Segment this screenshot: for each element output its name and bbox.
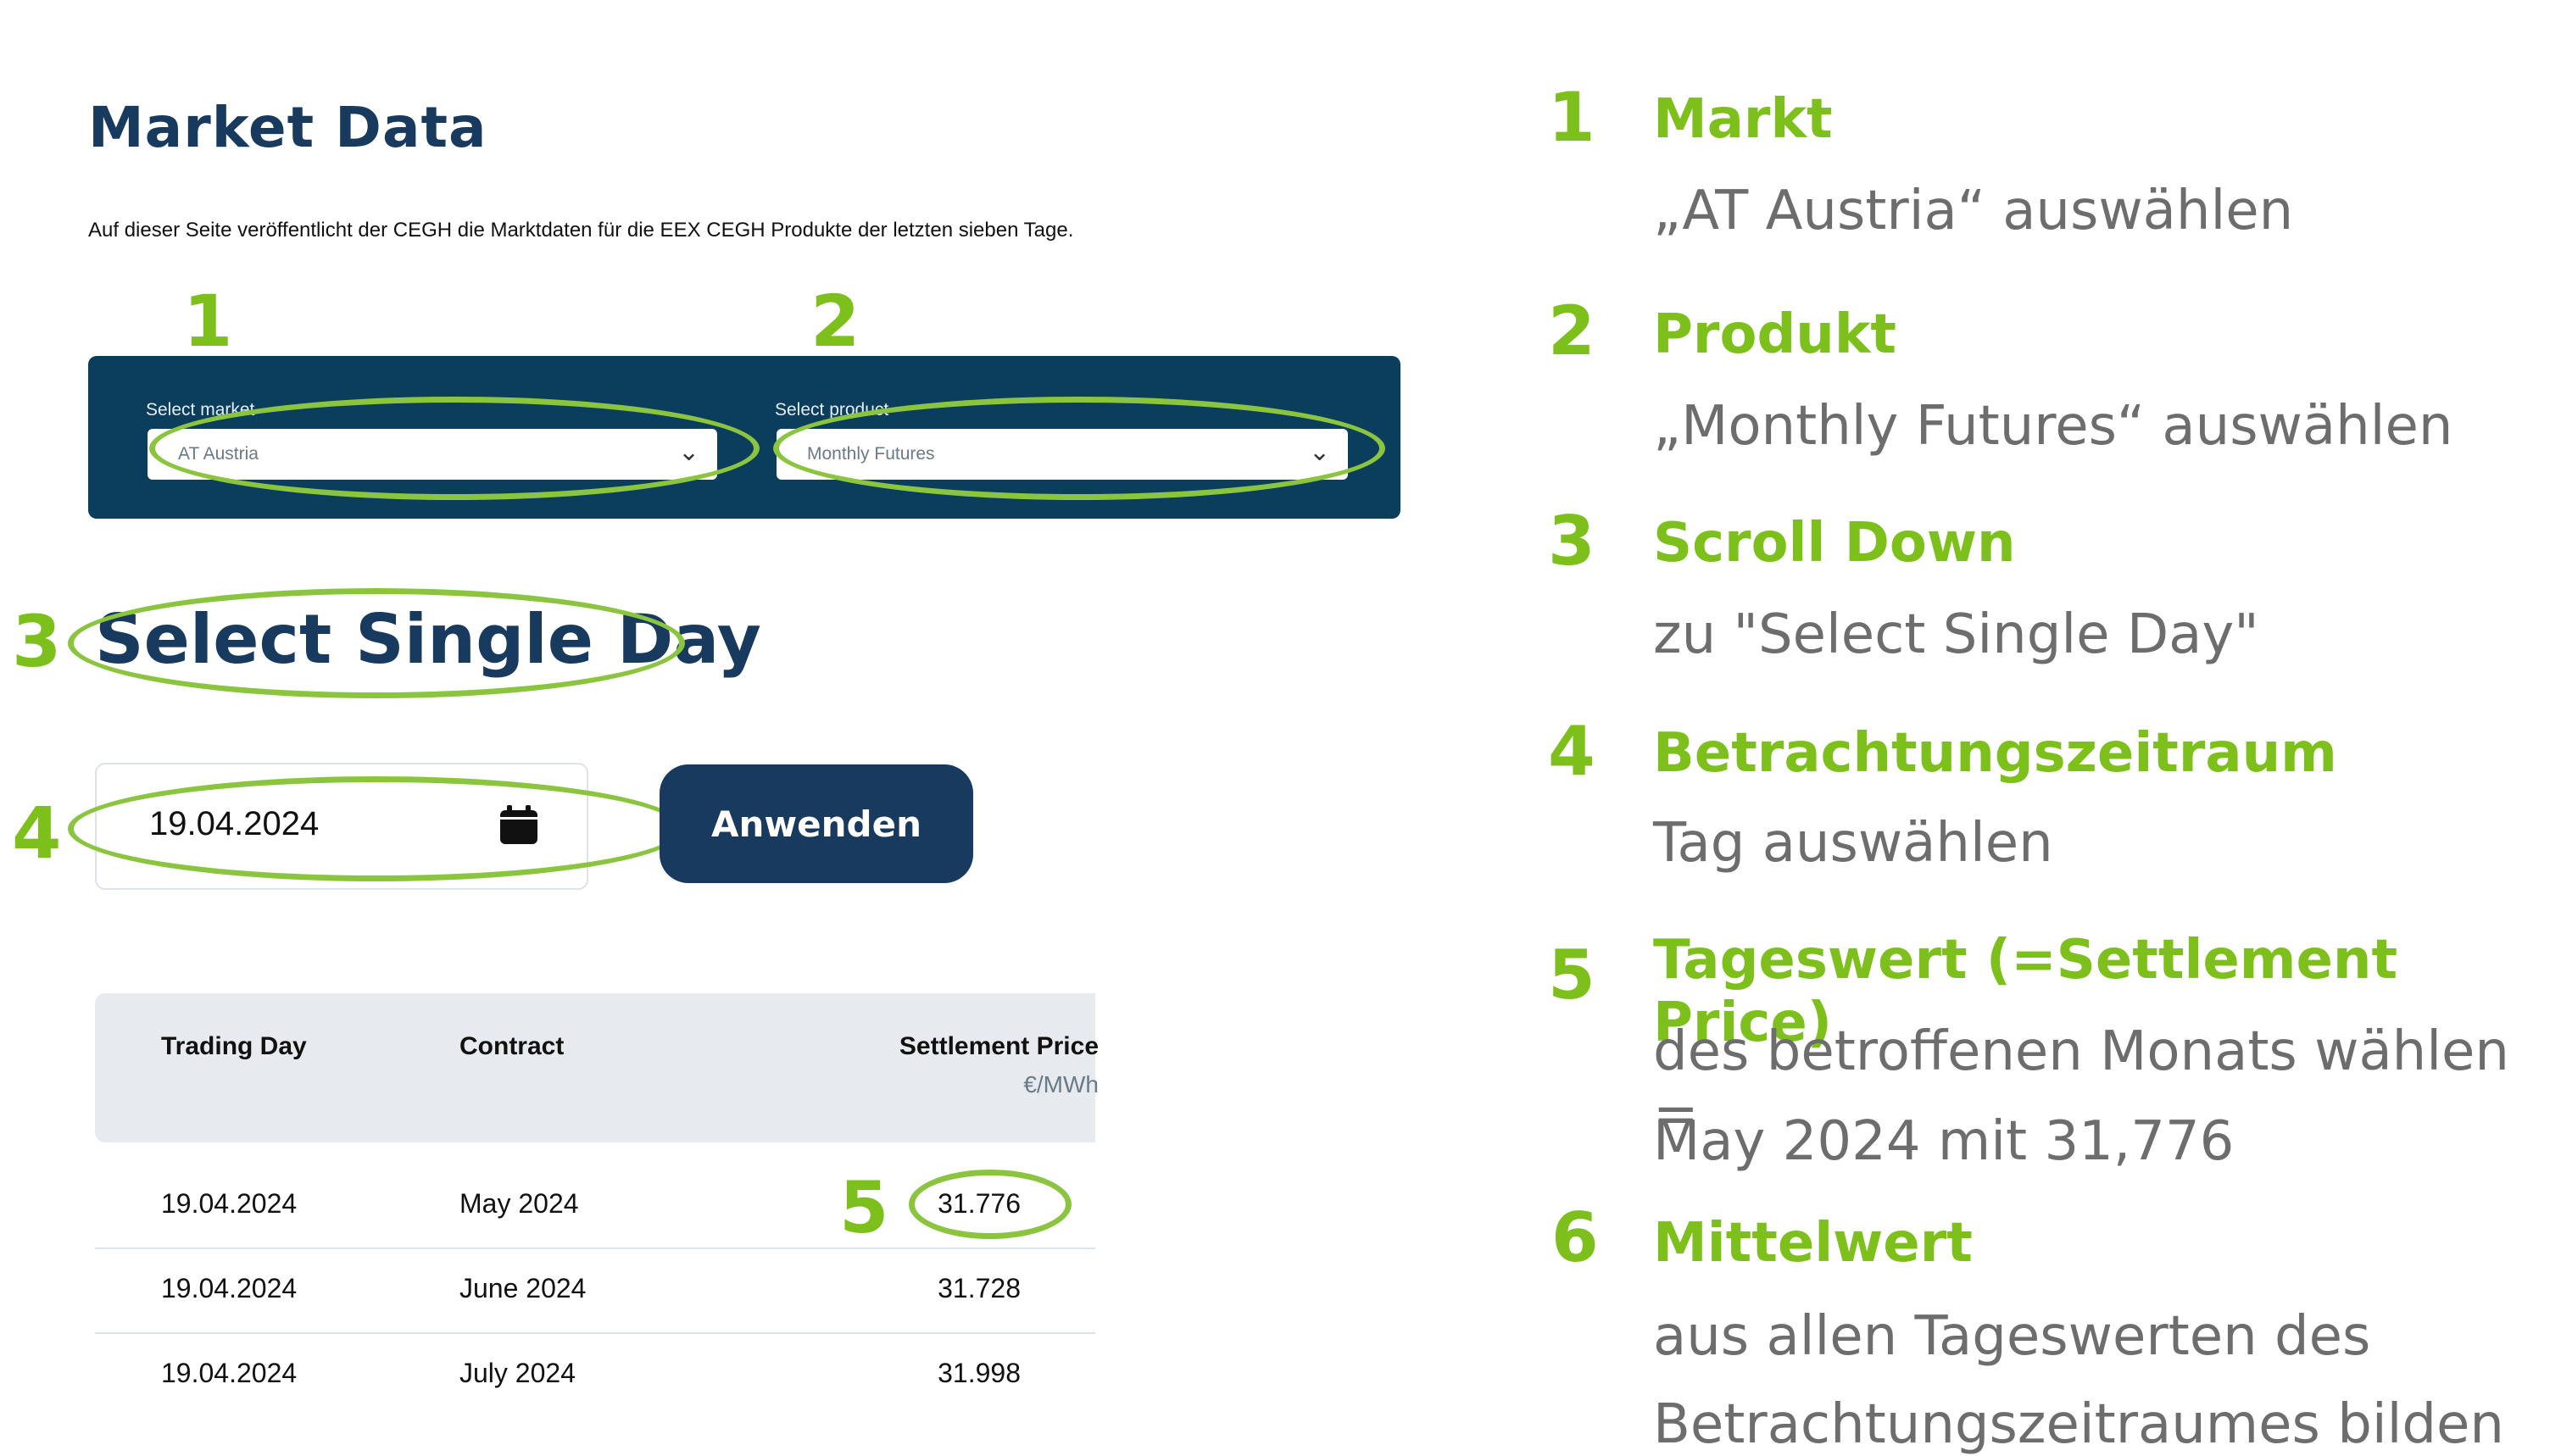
row-divider	[95, 1248, 1095, 1249]
header-contract: Contract	[459, 1032, 565, 1060]
row-divider	[95, 1332, 1095, 1334]
highlight-ellipse-product	[773, 397, 1385, 500]
row-1-day: 19.04.2024	[161, 1188, 298, 1219]
row-2-price: 31.728	[938, 1273, 1021, 1303]
page-title: Market Data	[88, 95, 487, 160]
instruction-3-text: zu "Select Single Day"	[1653, 603, 2259, 666]
highlight-ellipse-title	[68, 588, 685, 698]
instruction-1-title: Markt	[1653, 88, 1833, 151]
table-header: Trading Day Contract Settlement Price €/…	[95, 993, 1099, 1142]
row-2-day: 19.04.2024	[161, 1273, 298, 1303]
marker-2: 2	[810, 280, 860, 363]
marker-5: 5	[839, 1166, 889, 1249]
marker-1: 1	[183, 280, 233, 363]
row-2-contract: June 2024	[459, 1273, 587, 1303]
header-settlement-price: Settlement Price	[899, 1032, 1099, 1060]
instruction-4-number: 4	[1548, 712, 1595, 791]
row-3-contract: July 2024	[459, 1358, 576, 1388]
row-1-contract: May 2024	[459, 1188, 579, 1219]
apply-button[interactable]: Anwenden	[660, 764, 973, 883]
instruction-1-number: 1	[1548, 78, 1595, 157]
instruction-3-title: Scroll Down	[1653, 512, 2016, 575]
intro-text: Auf dieser Seite veröffentlicht der CEGH…	[88, 219, 1074, 242]
instruction-2-text: „Monthly Futures“ auswählen	[1653, 395, 2453, 458]
highlight-ellipse-price	[909, 1170, 1072, 1239]
marker-4: 4	[12, 792, 62, 875]
instruction-6-text-line-1: aus allen Tageswerten des	[1653, 1305, 2371, 1368]
instruction-4-text: Tag auswählen	[1653, 812, 2053, 875]
row-3-day: 19.04.2024	[161, 1358, 298, 1388]
highlight-ellipse-market	[149, 397, 760, 500]
header-trading-day: Trading Day	[161, 1032, 307, 1060]
instruction-2-number: 2	[1548, 292, 1595, 370]
instruction-3-number: 3	[1548, 502, 1595, 581]
instruction-5-text-line-2: May 2024 mit 31,776	[1653, 1110, 2235, 1173]
highlight-ellipse-date	[68, 776, 685, 881]
row-3-price: 31.998	[938, 1358, 1021, 1388]
instruction-1-text: „AT Austria“ auswählen	[1653, 180, 2294, 242]
instruction-2-title: Produkt	[1653, 303, 1896, 366]
instruction-6-text-line-2: Betrachtungszeitraumes bilden	[1653, 1393, 2504, 1456]
marker-3: 3	[12, 600, 62, 683]
instruction-6-number: 6	[1551, 1198, 1599, 1277]
instruction-4-title: Betrachtungszeitraum	[1653, 722, 2337, 785]
instruction-6-title: Mittelwert	[1653, 1212, 1973, 1275]
instruction-5-number: 5	[1548, 936, 1595, 1014]
header-unit: €/MWh	[1023, 1071, 1099, 1098]
